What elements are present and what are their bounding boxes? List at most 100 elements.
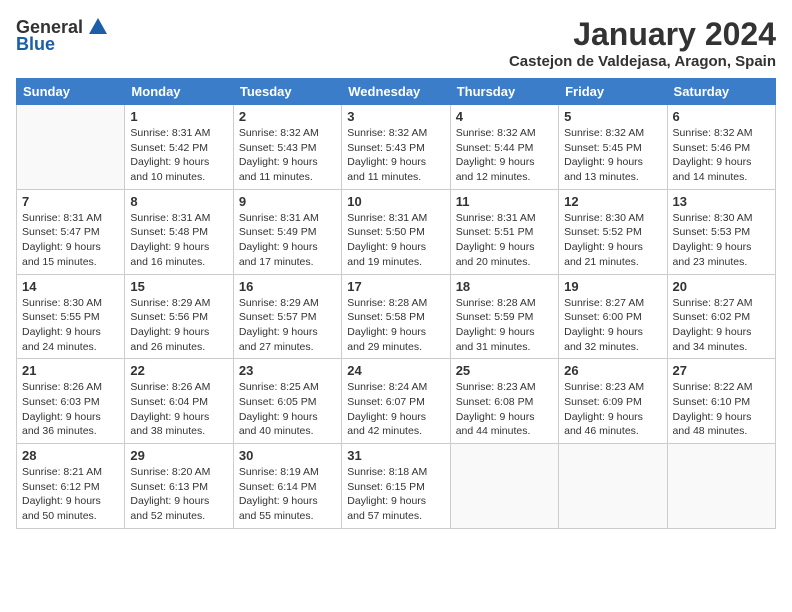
calendar-cell [17,105,125,190]
calendar-cell: 25Sunrise: 8:23 AMSunset: 6:08 PMDayligh… [450,359,558,444]
day-info: Sunrise: 8:19 AMSunset: 6:14 PMDaylight:… [239,465,336,524]
weekday-header-friday: Friday [559,79,667,105]
day-info: Sunrise: 8:24 AMSunset: 6:07 PMDaylight:… [347,380,444,439]
day-number: 9 [239,194,336,209]
day-number: 11 [456,194,553,209]
day-number: 4 [456,109,553,124]
day-info: Sunrise: 8:30 AMSunset: 5:55 PMDaylight:… [22,296,119,355]
calendar-cell: 1Sunrise: 8:31 AMSunset: 5:42 PMDaylight… [125,105,233,190]
day-info: Sunrise: 8:30 AMSunset: 5:52 PMDaylight:… [564,211,661,270]
weekday-header-row: SundayMondayTuesdayWednesdayThursdayFrid… [17,79,776,105]
page-header: General Blue January 2024 Castejon de Va… [16,16,776,70]
day-info: Sunrise: 8:30 AMSunset: 5:53 PMDaylight:… [673,211,770,270]
day-number: 20 [673,279,770,294]
calendar-cell: 28Sunrise: 8:21 AMSunset: 6:12 PMDayligh… [17,444,125,529]
day-info: Sunrise: 8:27 AMSunset: 6:00 PMDaylight:… [564,296,661,355]
day-info: Sunrise: 8:31 AMSunset: 5:42 PMDaylight:… [130,126,227,185]
calendar-cell: 5 Sunrise: 8:32 AMSunset: 5:45 PMDaylight… [559,105,667,190]
logo-blue-text: Blue [16,34,55,55]
day-info: Sunrise: 8:32 AMSunset: 5:43 PMDaylight:… [347,126,444,185]
day-info: Sunrise: 8:28 AMSunset: 5:59 PMDaylight:… [456,296,553,355]
day-number: 19 [564,279,661,294]
week-row-1: 1Sunrise: 8:31 AMSunset: 5:42 PMDaylight… [17,105,776,190]
day-number: 3 [347,109,444,124]
day-info: Sunrise: 8:31 AMSunset: 5:50 PMDaylight:… [347,211,444,270]
day-info: Sunrise: 8:31 AMSunset: 5:51 PMDaylight:… [456,211,553,270]
calendar-cell: 13 Sunrise: 8:30 AMSunset: 5:53 PMDayligh… [667,189,775,274]
day-number: 6 [673,109,770,124]
day-info: Sunrise: 8:31 AMSunset: 5:49 PMDaylight:… [239,211,336,270]
weekday-header-sunday: Sunday [17,79,125,105]
day-info: Sunrise: 8:32 AMSunset: 5:46 PMDaylight:… [673,126,770,185]
day-info: Sunrise: 8:26 AMSunset: 6:03 PMDaylight:… [22,380,119,439]
day-number: 10 [347,194,444,209]
day-number: 23 [239,363,336,378]
day-info: Sunrise: 8:28 AMSunset: 5:58 PMDaylight:… [347,296,444,355]
calendar-cell: 9 Sunrise: 8:31 AMSunset: 5:49 PMDaylight… [233,189,341,274]
calendar-cell [667,444,775,529]
week-row-5: 28Sunrise: 8:21 AMSunset: 6:12 PMDayligh… [17,444,776,529]
day-number: 12 [564,194,661,209]
day-number: 5 [564,109,661,124]
day-number: 21 [22,363,119,378]
week-row-3: 14Sunrise: 8:30 AMSunset: 5:55 PMDayligh… [17,274,776,359]
weekday-header-tuesday: Tuesday [233,79,341,105]
day-info: Sunrise: 8:18 AMSunset: 6:15 PMDaylight:… [347,465,444,524]
calendar-cell: 17 Sunrise: 8:28 AMSunset: 5:58 PMDayligh… [342,274,450,359]
calendar-cell: 22 Sunrise: 8:26 AMSunset: 6:04 PMDayligh… [125,359,233,444]
calendar-cell: 12 Sunrise: 8:30 AMSunset: 5:52 PMDayligh… [559,189,667,274]
day-info: Sunrise: 8:23 AMSunset: 6:09 PMDaylight:… [564,380,661,439]
day-number: 17 [347,279,444,294]
day-info: Sunrise: 8:29 AMSunset: 5:57 PMDaylight:… [239,296,336,355]
calendar-cell: 6 Sunrise: 8:32 AMSunset: 5:46 PMDaylight… [667,105,775,190]
day-info: Sunrise: 8:26 AMSunset: 6:04 PMDaylight:… [130,380,227,439]
calendar-cell: 27 Sunrise: 8:22 AMSunset: 6:10 PMDayligh… [667,359,775,444]
day-number: 28 [22,448,119,463]
weekday-header-monday: Monday [125,79,233,105]
day-number: 8 [130,194,227,209]
day-number: 15 [130,279,227,294]
day-number: 22 [130,363,227,378]
calendar-cell: 8 Sunrise: 8:31 AMSunset: 5:48 PMDaylight… [125,189,233,274]
day-number: 29 [130,448,227,463]
day-number: 18 [456,279,553,294]
calendar-cell: 14Sunrise: 8:30 AMSunset: 5:55 PMDayligh… [17,274,125,359]
logo: General Blue [16,16,109,55]
calendar-cell: 21 Sunrise: 8:26 AMSunset: 6:03 PMDayligh… [17,359,125,444]
calendar-cell [559,444,667,529]
calendar-cell: 30Sunrise: 8:19 AMSunset: 6:14 PMDayligh… [233,444,341,529]
calendar-cell [450,444,558,529]
day-number: 2 [239,109,336,124]
calendar-cell: 20Sunrise: 8:27 AMSunset: 6:02 PMDayligh… [667,274,775,359]
calendar-cell: 4 Sunrise: 8:32 AMSunset: 5:44 PMDaylight… [450,105,558,190]
calendar-cell: 31 Sunrise: 8:18 AMSunset: 6:15 PMDayligh… [342,444,450,529]
calendar-cell: 16 Sunrise: 8:29 AMSunset: 5:57 PMDayligh… [233,274,341,359]
day-number: 27 [673,363,770,378]
day-info: Sunrise: 8:20 AMSunset: 6:13 PMDaylight:… [130,465,227,524]
weekday-header-wednesday: Wednesday [342,79,450,105]
day-info: Sunrise: 8:32 AMSunset: 5:43 PMDaylight:… [239,126,336,185]
day-info: Sunrise: 8:22 AMSunset: 6:10 PMDaylight:… [673,380,770,439]
day-number: 16 [239,279,336,294]
calendar-cell: 24Sunrise: 8:24 AMSunset: 6:07 PMDayligh… [342,359,450,444]
calendar-cell: 10 Sunrise: 8:31 AMSunset: 5:50 PMDayligh… [342,189,450,274]
calendar-cell: 2 Sunrise: 8:32 AMSunset: 5:43 PMDaylight… [233,105,341,190]
day-number: 26 [564,363,661,378]
calendar-cell: 7Sunrise: 8:31 AMSunset: 5:47 PMDaylight… [17,189,125,274]
calendar-cell: 18 Sunrise: 8:28 AMSunset: 5:59 PMDayligh… [450,274,558,359]
weekday-header-thursday: Thursday [450,79,558,105]
calendar-cell: 11 Sunrise: 8:31 AMSunset: 5:51 PMDayligh… [450,189,558,274]
title-block: January 2024 Castejon de Valdejasa, Arag… [509,16,776,70]
location-title: Castejon de Valdejasa, Aragon, Spain [509,53,776,70]
logo-icon [87,16,109,38]
day-number: 13 [673,194,770,209]
month-title: January 2024 [509,16,776,53]
day-number: 31 [347,448,444,463]
calendar-cell: 29 Sunrise: 8:20 AMSunset: 6:13 PMDayligh… [125,444,233,529]
day-info: Sunrise: 8:32 AMSunset: 5:44 PMDaylight:… [456,126,553,185]
calendar-cell: 3 Sunrise: 8:32 AMSunset: 5:43 PMDaylight… [342,105,450,190]
day-info: Sunrise: 8:31 AMSunset: 5:48 PMDaylight:… [130,211,227,270]
day-info: Sunrise: 8:32 AMSunset: 5:45 PMDaylight:… [564,126,661,185]
calendar-cell: 19 Sunrise: 8:27 AMSunset: 6:00 PMDayligh… [559,274,667,359]
day-info: Sunrise: 8:25 AMSunset: 6:05 PMDaylight:… [239,380,336,439]
